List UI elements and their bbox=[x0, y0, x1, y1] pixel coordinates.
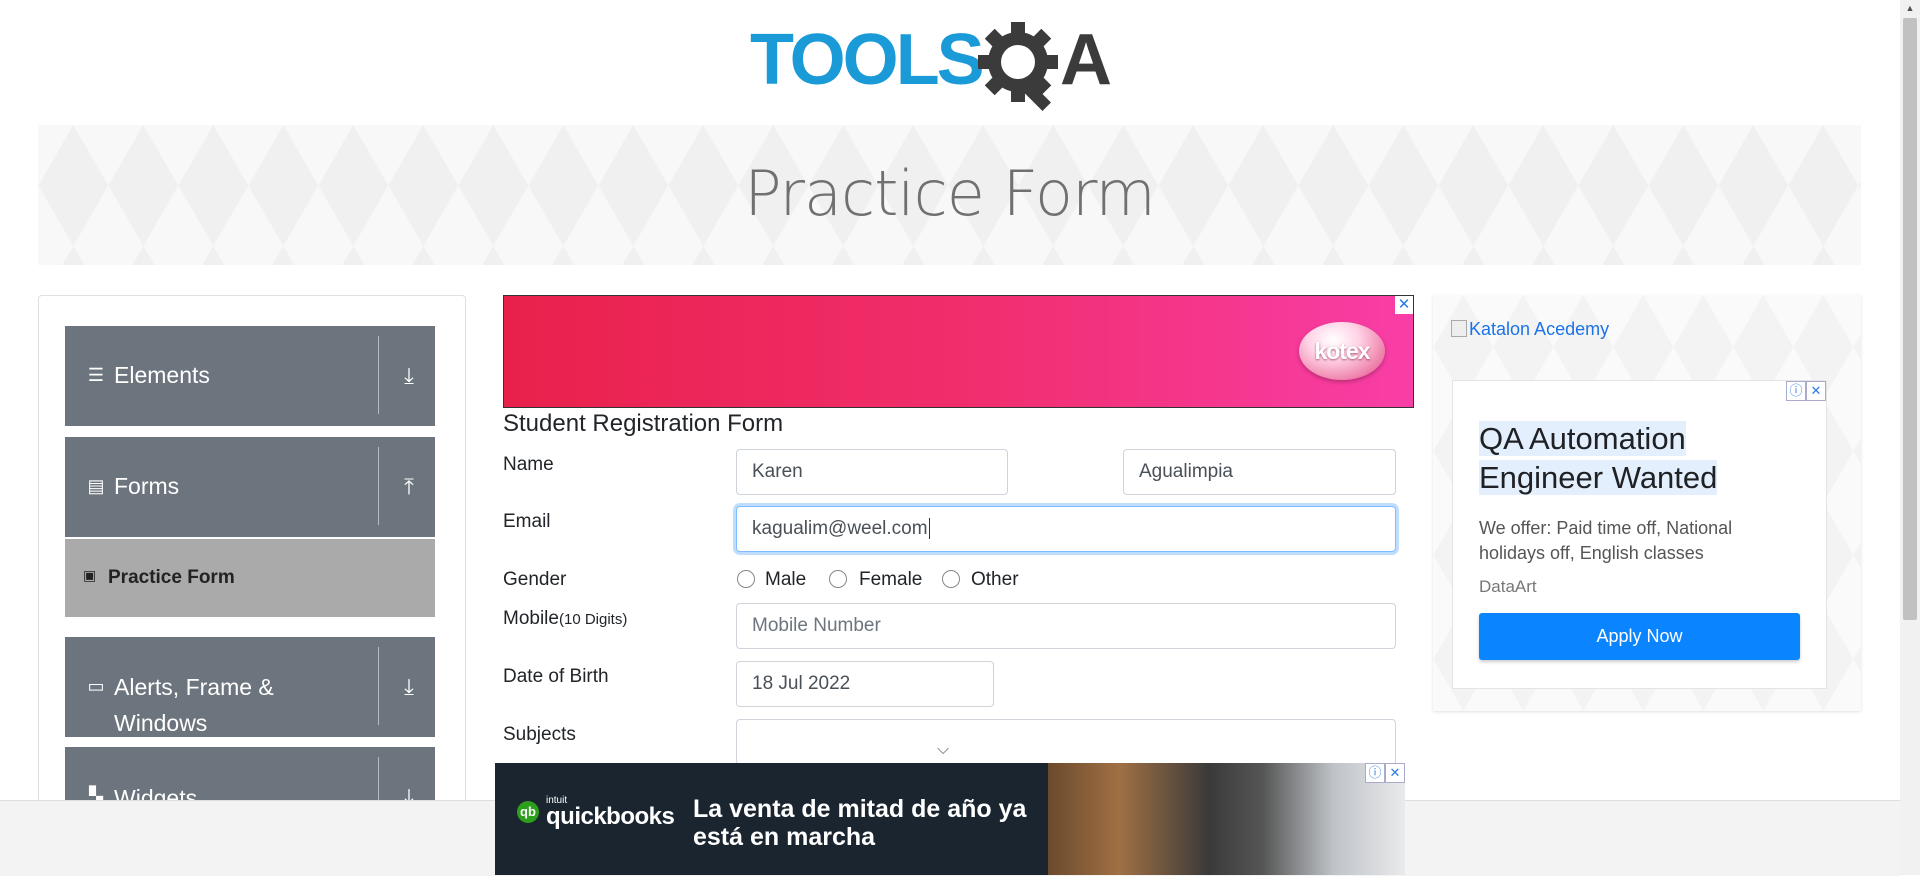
upload-arrow-icon[interactable]: ⤒ bbox=[395, 473, 423, 501]
scroll-up-icon[interactable]: ▲ bbox=[1900, 0, 1920, 16]
top-ad-banner[interactable]: kotex ✕ bbox=[503, 295, 1414, 408]
gender-female-radio[interactable] bbox=[829, 570, 847, 588]
quickbooks-ad[interactable]: qb intuit quickbooks La venta de mitad d… bbox=[495, 763, 1405, 875]
close-icon[interactable]: ✕ bbox=[1385, 763, 1405, 783]
gender-female-label[interactable]: Female bbox=[859, 569, 922, 591]
gender-male-radio[interactable] bbox=[737, 570, 755, 588]
sidebar-group-label: Elements bbox=[114, 362, 210, 388]
gender-male-label[interactable]: Male bbox=[765, 569, 806, 591]
sidebar-group-label: Alerts, Frame & Windows bbox=[114, 674, 274, 736]
scrollbar[interactable]: ▲ bbox=[1900, 0, 1920, 875]
download-arrow-icon[interactable]: ⤓ bbox=[395, 673, 423, 701]
ad-badges: ⓘ ✕ bbox=[1786, 381, 1826, 401]
ad-brand: DataArt bbox=[1479, 577, 1537, 596]
mobile-input[interactable]: Mobile Number bbox=[736, 603, 1396, 649]
gender-label: Gender bbox=[503, 569, 567, 590]
mobile-hint: (10 Digits) bbox=[558, 611, 628, 628]
download-arrow-icon[interactable]: ⤓ bbox=[395, 362, 423, 390]
info-icon[interactable]: ⓘ bbox=[1365, 763, 1385, 783]
sidebar-group-alerts[interactable]: ▭ Alerts, Frame & Windows ⤓ bbox=[65, 637, 435, 737]
mobile-label: Mobile(10 Digits) bbox=[503, 608, 628, 629]
subjects-input[interactable]: ⌵ bbox=[736, 719, 1396, 765]
hamburger-icon: ☰ bbox=[87, 365, 105, 385]
email-label: Email bbox=[503, 511, 551, 532]
info-icon[interactable]: ⓘ bbox=[1786, 381, 1806, 401]
sidebar: ☰ Elements ⤓ ▤ Forms ⤒ ▣ Practice Form ▭… bbox=[38, 295, 466, 817]
ad-photo bbox=[1048, 763, 1405, 875]
kotex-logo: kotex bbox=[1299, 322, 1385, 380]
scrollbar-thumb[interactable] bbox=[1903, 18, 1917, 620]
sidebar-item-practice-form[interactable]: ▣ Practice Form bbox=[65, 539, 435, 617]
sidebar-group-elements[interactable]: ☰ Elements ⤓ bbox=[65, 326, 435, 426]
document-icon: ▤ bbox=[87, 476, 105, 496]
ad-headline[interactable]: QA Automation Engineer Wanted bbox=[1479, 419, 1799, 497]
quickbooks-logo-icon: qb bbox=[517, 801, 539, 823]
date-of-birth-input[interactable]: 18 Jul 2022 bbox=[736, 661, 994, 707]
job-ad[interactable]: ⓘ ✕ QA Automation Engineer Wanted We offe… bbox=[1452, 380, 1827, 689]
close-icon[interactable]: ✕ bbox=[1395, 296, 1413, 314]
last-name-input[interactable]: Agualimpia bbox=[1123, 449, 1396, 495]
sidebar-group-label: Forms bbox=[114, 473, 180, 499]
sidebar-item-label: Practice Form bbox=[108, 567, 235, 588]
gender-other-radio[interactable] bbox=[942, 570, 960, 588]
form-title: Student Registration Form bbox=[503, 410, 784, 437]
page-title: Practice Form bbox=[744, 157, 1156, 230]
email-input[interactable]: kagualim@weel.com bbox=[736, 506, 1396, 552]
svg-text:A: A bbox=[1060, 20, 1112, 100]
katalon-ad-link[interactable]: Katalon Acedemy bbox=[1451, 319, 1609, 340]
text-cursor bbox=[928, 518, 930, 539]
email-value: kagualim@weel.com bbox=[752, 518, 928, 539]
divider bbox=[378, 447, 379, 525]
ad-badges: ⓘ ✕ bbox=[1365, 763, 1405, 783]
form-icon: ▣ bbox=[83, 567, 97, 583]
window-icon: ▭ bbox=[87, 676, 105, 696]
broken-image-icon bbox=[1451, 320, 1467, 337]
right-ad-panel: Katalon Acedemy ⓘ ✕ QA Automation Enginee… bbox=[1433, 295, 1861, 711]
ad-description: We offer: Paid time off, National holida… bbox=[1479, 518, 1733, 563]
dob-label: Date of Birth bbox=[503, 666, 609, 687]
toolsqa-logo[interactable]: TOOLS A bbox=[750, 18, 1154, 114]
quickbooks-name: quickbooks bbox=[546, 803, 675, 830]
name-label: Name bbox=[503, 454, 554, 475]
close-icon[interactable]: ✕ bbox=[1806, 381, 1826, 401]
gender-other-label[interactable]: Other bbox=[971, 569, 1019, 591]
divider bbox=[378, 336, 379, 414]
first-name-input[interactable]: Karen bbox=[736, 449, 1008, 495]
sidebar-group-forms[interactable]: ▤ Forms ⤒ bbox=[65, 437, 435, 537]
page-banner: Practice Form bbox=[38, 125, 1861, 265]
ad-text: La venta de mitad de año ya está en marc… bbox=[693, 795, 1027, 851]
svg-text:TOOLS: TOOLS bbox=[750, 20, 983, 100]
apply-now-button[interactable]: Apply Now bbox=[1479, 613, 1800, 660]
subjects-label: Subjects bbox=[503, 724, 576, 745]
divider bbox=[378, 647, 379, 725]
